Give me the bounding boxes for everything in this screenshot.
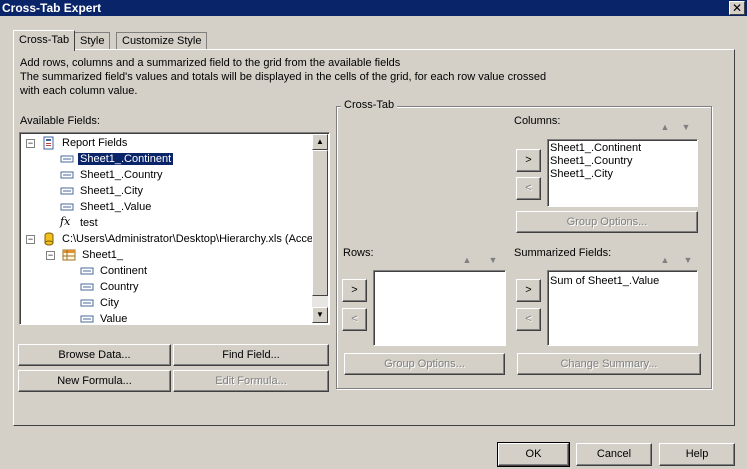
field-icon: [80, 315, 94, 323]
window-title: Cross-Tab Expert: [2, 1, 102, 15]
report-icon: [43, 136, 54, 150]
tree-node-field[interactable]: Value: [98, 311, 129, 324]
tree-node-field[interactable]: Sheet1_.City: [78, 183, 145, 199]
help-button[interactable]: Help: [659, 443, 735, 466]
description-line: The summarized field's values and totals…: [20, 71, 547, 83]
tree-node-field[interactable]: Sheet1_.Country: [78, 167, 165, 183]
list-item[interactable]: Sum of Sheet1_.Value: [550, 275, 659, 288]
available-fields-tree[interactable]: − Report Fields Sheet1_.Continent Sheet1…: [19, 132, 330, 325]
field-icon: [80, 267, 94, 275]
summarized-fields-list[interactable]: Sum of Sheet1_.Value: [547, 270, 698, 346]
remove-summarized-button[interactable]: <: [516, 308, 541, 331]
tree-node-table[interactable]: Sheet1_: [80, 247, 125, 263]
ok-button[interactable]: OK: [497, 442, 570, 467]
rows-group-options-button[interactable]: Group Options...: [344, 353, 505, 375]
collapse-icon[interactable]: −: [46, 251, 55, 260]
rows-label: Rows:: [343, 247, 374, 259]
scroll-down-icon[interactable]: ▼: [312, 307, 328, 323]
tab-label: Cross-Tab: [19, 34, 70, 46]
tree-node-field[interactable]: Continent: [98, 263, 149, 279]
rows-list[interactable]: [373, 270, 506, 346]
tree-node-field[interactable]: Country: [98, 279, 141, 295]
table-icon: [62, 249, 76, 261]
close-icon: ✕: [731, 1, 743, 15]
field-icon: [60, 203, 74, 211]
collapse-icon[interactable]: −: [26, 139, 35, 148]
description-line: with each column value.: [20, 85, 138, 97]
tree-scrollbar[interactable]: ▲ ▼: [312, 134, 328, 323]
tab-style[interactable]: Style: [74, 32, 111, 50]
field-icon: [80, 299, 94, 307]
field-icon: [80, 283, 94, 291]
move-up-icon[interactable]: ▲: [461, 254, 473, 266]
tree-node-formula[interactable]: test: [78, 215, 100, 231]
remove-column-button[interactable]: <: [516, 177, 541, 200]
move-down-icon[interactable]: ▼: [487, 254, 499, 266]
move-down-icon[interactable]: ▼: [682, 254, 694, 266]
new-formula-button[interactable]: New Formula...: [18, 370, 171, 392]
field-icon: [60, 155, 74, 163]
add-column-button[interactable]: >: [516, 149, 541, 172]
columns-group-options-button[interactable]: Group Options...: [516, 211, 698, 233]
list-item[interactable]: Sheet1_.Continent: [550, 142, 641, 155]
columns-list[interactable]: Sheet1_.Continent Sheet1_.Country Sheet1…: [547, 139, 698, 207]
remove-row-button[interactable]: <: [342, 308, 367, 331]
database-icon: [44, 232, 54, 246]
available-fields-label: Available Fields:: [20, 115, 100, 127]
move-up-icon[interactable]: ▲: [659, 121, 671, 133]
list-item[interactable]: Sheet1_.Country: [550, 155, 633, 168]
tree-node-datasource[interactable]: C:\Users\Administrator\Desktop\Hierarchy…: [60, 231, 321, 247]
summarized-fields-label: Summarized Fields:: [514, 247, 612, 259]
add-summarized-button[interactable]: >: [516, 279, 541, 302]
columns-label: Columns:: [514, 115, 561, 127]
scroll-up-icon[interactable]: ▲: [312, 134, 328, 150]
tree-node-field[interactable]: City: [98, 295, 121, 311]
edit-formula-button[interactable]: Edit Formula...: [173, 370, 329, 392]
description-line: Add rows, columns and a summarized field…: [20, 57, 401, 69]
scroll-thumb[interactable]: [312, 150, 328, 296]
find-field-button[interactable]: Find Field...: [173, 344, 329, 366]
collapse-icon[interactable]: −: [26, 235, 35, 244]
cancel-button[interactable]: Cancel: [576, 443, 652, 466]
tab-label: Style: [80, 35, 105, 47]
description-text: Add rows, columns and a summarized field…: [20, 56, 600, 98]
title-bar: Cross-Tab Expert ✕: [0, 0, 747, 16]
tree-node-report-fields[interactable]: Report Fields: [60, 135, 129, 151]
formula-icon: fx: [60, 215, 71, 228]
tab-label: Customize Style: [122, 35, 202, 47]
tree-node-field[interactable]: Sheet1_.Continent: [78, 151, 174, 167]
close-button[interactable]: ✕: [729, 1, 745, 15]
field-icon: [60, 171, 74, 179]
tab-cross-tab[interactable]: Cross-Tab: [13, 30, 76, 51]
list-item[interactable]: Sheet1_.City: [550, 168, 613, 181]
change-summary-button[interactable]: Change Summary...: [517, 353, 701, 375]
move-down-icon[interactable]: ▼: [680, 121, 692, 133]
field-icon: [60, 187, 74, 195]
crosstab-group-title: Cross-Tab: [341, 99, 398, 111]
browse-data-button[interactable]: Browse Data...: [18, 344, 171, 366]
tree-node-field[interactable]: Sheet1_.Value: [78, 199, 153, 215]
add-row-button[interactable]: >: [342, 279, 367, 302]
tab-customize-style[interactable]: Customize Style: [116, 32, 208, 50]
move-up-icon[interactable]: ▲: [659, 254, 671, 266]
